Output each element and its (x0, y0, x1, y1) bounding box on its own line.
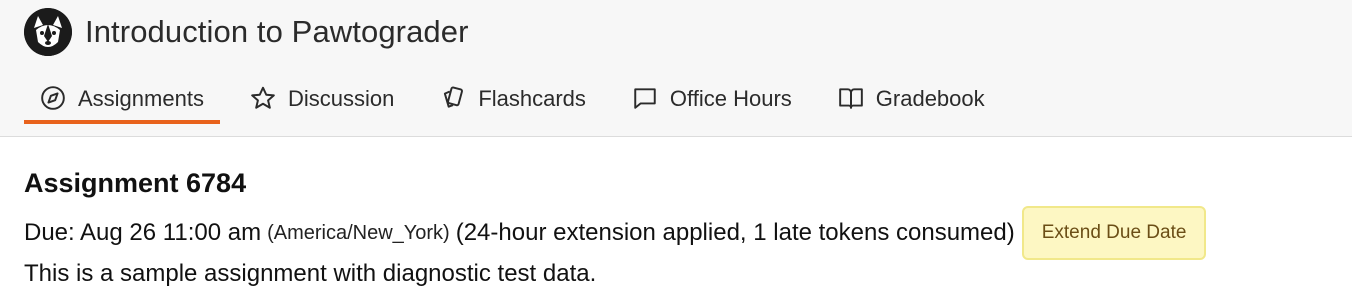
due-date-row: Due: Aug 26 11:00 am (America/New_York) … (24, 206, 1207, 260)
star-icon (250, 85, 276, 111)
chat-bubble-icon (632, 85, 658, 111)
course-header: Introduction to Pawtograder Assignments … (0, 0, 1352, 137)
tab-office-hours[interactable]: Office Hours (616, 72, 808, 124)
timezone-label: (America/New_York) (267, 221, 450, 244)
husky-logo-icon[interactable] (24, 8, 72, 56)
cards-icon (440, 85, 466, 111)
tab-label: Gradebook (875, 86, 985, 111)
course-nav-tabs: Assignments Discussion Flashcards Office… (24, 72, 1015, 124)
tab-discussion[interactable]: Discussion (234, 72, 410, 124)
tab-label: Assignments (78, 86, 204, 111)
assignment-detail: Assignment 6784 Due: Aug 26 11:00 am (Am… (24, 168, 1334, 287)
tab-gradebook[interactable]: Gradebook (822, 72, 1001, 124)
extension-note: (24-hour extension applied, 1 late token… (455, 219, 1015, 246)
tab-flashcards[interactable]: Flashcards (424, 72, 602, 124)
assignment-title: Assignment 6784 (24, 168, 247, 198)
tab-label: Flashcards (478, 86, 586, 111)
compass-icon (40, 85, 66, 111)
tab-assignments[interactable]: Assignments (24, 72, 220, 124)
course-brand: Introduction to Pawtograder (24, 8, 469, 56)
extend-due-date-button[interactable]: Extend Due Date (1021, 206, 1207, 260)
assignment-description: This is a sample assignment with diagnos… (24, 260, 597, 287)
book-open-icon (838, 85, 864, 111)
tab-label: Discussion (287, 86, 395, 111)
due-date: Due: Aug 26 11:00 am (24, 219, 262, 246)
course-title[interactable]: Introduction to Pawtograder (85, 14, 469, 50)
tab-label: Office Hours (669, 86, 792, 111)
